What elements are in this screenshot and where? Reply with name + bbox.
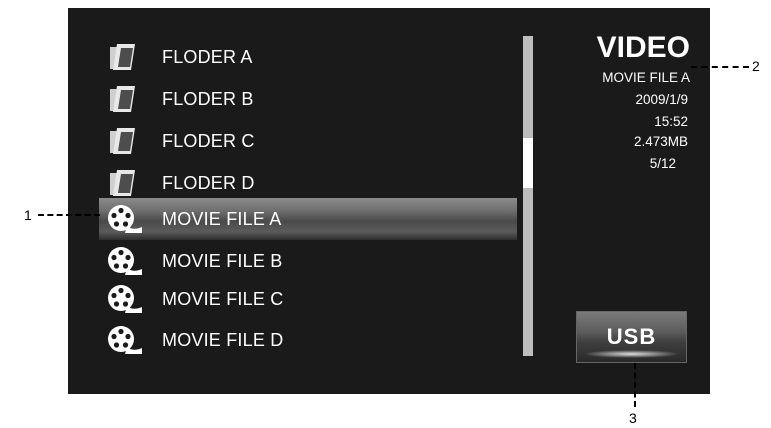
info-file-name: MOVIE FILE A [602,70,690,85]
list-item-folder[interactable]: FLODER C [99,120,517,162]
list-item-label: MOVIE FILE C [162,289,284,309]
film-reel-icon [108,285,142,313]
callout-number-2: 2 [752,58,760,74]
list-item-label: FLODER C [162,131,255,151]
list-item-label: FLODER B [162,89,254,109]
media-browser-screen: FLODER A FLODER B FLODER C FLODER D MOVI… [68,8,710,394]
list-item-label: MOVIE FILE A [162,209,282,229]
list-item-movie[interactable]: MOVIE FILE C [99,278,517,320]
film-reel-icon [108,326,142,354]
list-item-movie[interactable]: MOVIE FILE D [99,319,517,361]
list-item-movie[interactable]: MOVIE FILE B [99,240,517,282]
list-item-label: FLODER A [162,47,253,67]
list-item-label: MOVIE FILE B [162,251,283,271]
list-item-folder[interactable]: FLODER A [99,36,517,78]
callout-number-1: 1 [24,207,32,223]
folder-icon [110,128,135,154]
film-reel-icon [108,247,142,275]
info-date: 2009/1/9 [635,92,688,107]
folder-icon [110,44,135,70]
callout-line-1 [38,214,100,216]
scrollbar-thumb[interactable] [523,138,533,188]
callout-line-2 [691,66,749,68]
callout-number-3: 3 [629,410,637,426]
info-time: 15:52 [654,114,688,129]
film-reel-icon [108,205,142,233]
list-item-movie-selected[interactable]: MOVIE FILE A [99,198,517,240]
info-position: 5/12 [649,156,676,171]
scrollbar[interactable] [523,36,533,356]
usb-source-button[interactable]: USB [576,311,687,363]
folder-icon [110,170,135,196]
list-item-folder[interactable]: FLODER B [99,78,517,120]
callout-line-3 [634,363,636,407]
folder-icon [110,86,135,112]
info-size: 2.473MB [633,134,688,149]
usb-button-label: USB [606,324,657,349]
list-item-label: MOVIE FILE D [162,330,284,350]
media-type-title: VIDEO [596,31,690,64]
